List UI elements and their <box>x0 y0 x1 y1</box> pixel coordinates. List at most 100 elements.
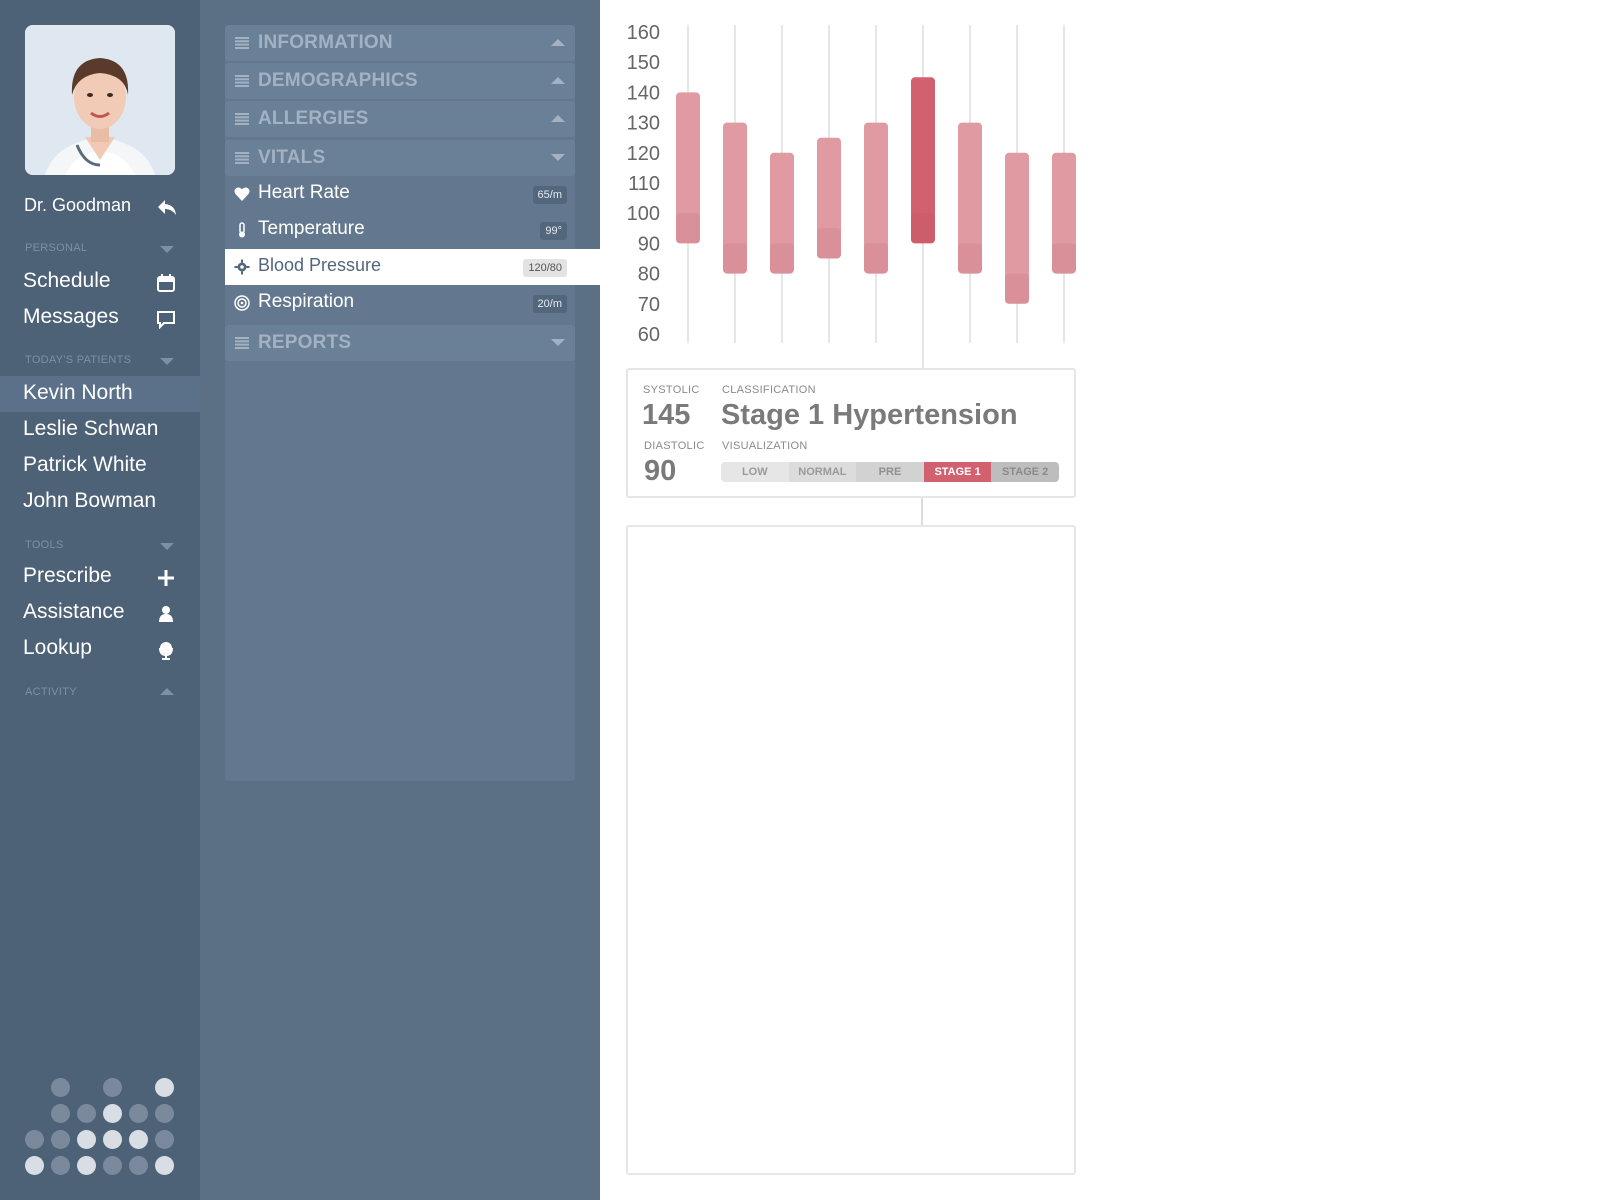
scale-segment-pre: PRE <box>856 462 924 482</box>
sidebar-item-label: Schedule <box>23 269 111 292</box>
accordion-reports[interactable]: REPORTS <box>225 325 575 361</box>
sidebar-item-messages[interactable]: Messages <box>0 300 200 336</box>
range-bar[interactable] <box>770 152 794 274</box>
range-bar[interactable] <box>911 77 935 244</box>
vital-value-badge: 20/m <box>532 295 567 313</box>
activity-dot <box>25 1156 44 1175</box>
accordion-information[interactable]: INFORMATION <box>225 25 575 61</box>
range-bar[interactable] <box>723 122 747 274</box>
range-bar-band <box>958 243 982 274</box>
patient-item[interactable]: Leslie Schwan <box>0 412 200 448</box>
scale-segment-low: LOW <box>721 462 789 482</box>
vital-blood-pressure[interactable]: Blood Pressure 120/80 <box>225 249 600 285</box>
chevron-down-icon[interactable] <box>160 543 174 550</box>
section-personal: PERSONAL <box>25 242 88 254</box>
scale-segment-stage2: STAGE 2 <box>991 462 1059 482</box>
sidebar-item-assistance[interactable]: Assistance <box>0 595 200 631</box>
scale-segment-stage1: STAGE 1 <box>923 462 992 482</box>
activity-dot <box>155 1130 174 1149</box>
accordion-demographics[interactable]: DEMOGRAPHICS <box>225 63 575 99</box>
y-tick-label: 60 <box>638 324 660 346</box>
activity-dot <box>155 1104 174 1123</box>
range-bar[interactable] <box>864 122 888 274</box>
vital-label: Heart Rate <box>258 182 350 203</box>
avatar[interactable] <box>25 25 175 175</box>
vital-respiration[interactable]: Respiration 20/m <box>225 285 600 321</box>
activity-dot <box>51 1130 70 1149</box>
reading-card: SYSTOLIC 145 DIASTOLIC 90 CLASSIFICATION… <box>626 368 1076 498</box>
chevron-up-icon[interactable] <box>160 688 174 695</box>
sidebar-item-schedule[interactable]: Schedule <box>0 264 200 300</box>
sidebar-item-label: Prescribe <box>23 564 112 587</box>
blood-pressure-chart: 160 150 140 130 120 110 100 90 80 70 60 <box>627 22 1076 370</box>
reply-icon[interactable] <box>156 196 178 218</box>
activity-dot <box>103 1078 122 1097</box>
patient-item[interactable]: Patrick White <box>0 448 200 484</box>
plus-icon <box>158 570 174 586</box>
accordion-label: VITALS <box>258 147 326 168</box>
menu-background <box>225 25 575 781</box>
range-bar-band <box>1052 243 1076 274</box>
vital-temperature[interactable]: Temperature 99° <box>225 212 600 248</box>
range-bar[interactable] <box>1052 152 1076 274</box>
y-tick-label: 120 <box>627 143 660 165</box>
accordion-label: REPORTS <box>258 332 352 353</box>
activity-dot <box>77 1130 96 1149</box>
accordion-allergies[interactable]: ALLERGIES <box>225 101 575 137</box>
y-axis-ticks: 160 150 140 130 120 110 100 90 80 70 60 <box>627 22 660 346</box>
section-patients: TODAY'S PATIENTS <box>25 354 132 366</box>
range-bar[interactable] <box>817 137 841 259</box>
spiral-icon <box>234 295 250 311</box>
gear-icon <box>234 259 250 275</box>
sidebar-item-lookup[interactable]: Lookup <box>0 631 200 667</box>
detail-card <box>626 525 1076 1175</box>
range-bar-band <box>676 213 700 244</box>
doctor-name[interactable]: Dr. Goodman <box>24 195 131 216</box>
calendar-icon <box>157 274 175 292</box>
classification-label: CLASSIFICATION <box>722 384 816 396</box>
activity-dot <box>129 1156 148 1175</box>
sidebar: Dr. Goodman PERSONAL Schedule Messages T… <box>0 0 200 1200</box>
range-bar-band <box>1005 273 1029 304</box>
vital-heart-rate[interactable]: Heart Rate 65/m <box>225 176 600 212</box>
patient-name: Patrick White <box>23 453 147 476</box>
chevron-down-icon <box>551 154 565 161</box>
systolic-value: 145 <box>642 399 691 431</box>
range-bar-band <box>864 243 888 274</box>
chevron-down-icon[interactable] <box>160 358 174 365</box>
sidebar-item-label: Lookup <box>23 636 92 659</box>
y-tick-label: 110 <box>628 173 660 195</box>
user-icon <box>159 606 173 622</box>
accordion-vitals[interactable]: VITALS <box>225 140 575 176</box>
patient-name: Leslie Schwan <box>23 417 159 440</box>
activity-dot <box>25 1130 44 1149</box>
connector-line <box>921 498 923 525</box>
sidebar-item-prescribe[interactable]: Prescribe <box>0 559 200 595</box>
vital-value-badge: 120/80 <box>523 259 567 277</box>
patient-item[interactable]: John Bowman <box>0 484 200 520</box>
y-tick-label: 160 <box>627 22 660 44</box>
patient-item[interactable]: Kevin North <box>0 376 200 412</box>
vital-label: Blood Pressure <box>258 255 382 275</box>
activity-dot <box>155 1078 174 1097</box>
activity-dot <box>129 1130 148 1149</box>
chevron-down-icon <box>551 339 565 346</box>
chevron-down-icon[interactable] <box>160 246 174 253</box>
activity-dot <box>77 1104 96 1123</box>
globe-icon <box>159 642 173 660</box>
section-tools: TOOLS <box>25 539 64 551</box>
activity-dot <box>51 1156 70 1175</box>
accordion-label: DEMOGRAPHICS <box>258 70 418 91</box>
scale-segment-normal: NORMAL <box>788 462 857 482</box>
sidebar-item-label: Messages <box>23 305 119 328</box>
chevron-up-icon <box>551 115 565 122</box>
range-bar[interactable] <box>958 122 982 274</box>
range-bar-band <box>911 213 935 244</box>
activity-dot <box>51 1104 70 1123</box>
visualization-label: VISUALIZATION <box>722 440 808 452</box>
sidebar-item-label: Assistance <box>23 600 125 623</box>
range-bar[interactable] <box>1005 152 1029 304</box>
chevron-up-icon <box>551 39 565 46</box>
vital-label: Temperature <box>258 218 365 239</box>
range-bar[interactable] <box>676 92 700 244</box>
